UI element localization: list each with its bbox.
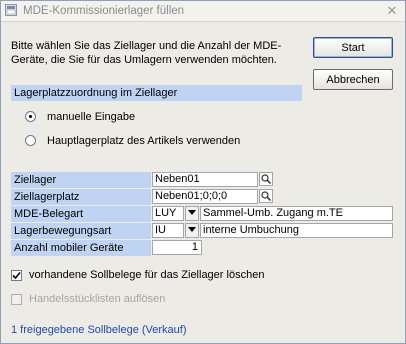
window-title: MDE-Kommissionierlager füllen: [23, 5, 185, 17]
radio-button-selected[interactable]: [25, 111, 36, 122]
bewegungsart-label: Lagerbewegungsart: [11, 223, 151, 239]
search-icon: [261, 174, 272, 185]
resolve-lists-checkbox: [11, 294, 22, 305]
belegart-label: MDE-Belegart: [11, 206, 151, 222]
instruction-text: Bitte wählen Sie das Ziellager und die A…: [11, 40, 282, 66]
cancel-button[interactable]: Abbrechen: [313, 69, 393, 90]
ziellager-label: Ziellager: [11, 172, 151, 188]
app-icon: [5, 4, 17, 16]
ziellagerplatz-label: Ziellagerplatz: [11, 189, 151, 205]
start-button[interactable]: Start: [313, 37, 393, 58]
ziellagerplatz-lookup-button[interactable]: [259, 189, 273, 203]
chevron-down-icon: [188, 210, 196, 215]
search-icon: [261, 191, 272, 202]
status-text: 1 freigegebene Sollbelege (Verkauf): [11, 324, 187, 336]
ziellagerplatz-field[interactable]: Neben01;0;0;0: [152, 189, 258, 204]
checkmark-icon: [12, 271, 21, 280]
close-icon[interactable]: ✕: [385, 4, 399, 18]
ziellager-lookup-button[interactable]: [259, 172, 273, 186]
bewegungsart-description: interne Umbuchung: [200, 223, 393, 238]
belegart-description: Sammel-Umb. Zugang m.TE: [200, 206, 393, 221]
anzahl-field[interactable]: 1: [152, 240, 202, 255]
radio-button[interactable]: [25, 135, 36, 146]
assignment-group-header: Lagerplatzzuordnung im Ziellager: [11, 85, 302, 101]
bewegungsart-code-field[interactable]: IU: [152, 223, 184, 238]
radio-label-main-location: Hauptlagerplatz des Artikels verwenden: [47, 135, 241, 147]
resolve-lists-label: Handelsstücklisten auflösen: [29, 293, 166, 305]
bewegungsart-dropdown-button[interactable]: [185, 223, 199, 238]
delete-sollbelege-label: vorhandene Sollbelege für das Ziellager …: [29, 269, 265, 281]
belegart-code-field[interactable]: LUY: [152, 206, 184, 221]
dialog-window: MDE-Kommissionierlager füllen ✕ Bitte wä…: [0, 0, 406, 344]
ziellager-field[interactable]: Neben01: [152, 172, 258, 187]
belegart-dropdown-button[interactable]: [185, 206, 199, 221]
delete-sollbelege-checkbox[interactable]: [11, 270, 22, 281]
chevron-down-icon: [188, 227, 196, 232]
radio-label-manual: manuelle Eingabe: [47, 111, 136, 123]
title-bar: MDE-Kommissionierlager füllen ✕: [1, 1, 405, 22]
anzahl-label: Anzahl mobiler Geräte: [11, 240, 151, 256]
